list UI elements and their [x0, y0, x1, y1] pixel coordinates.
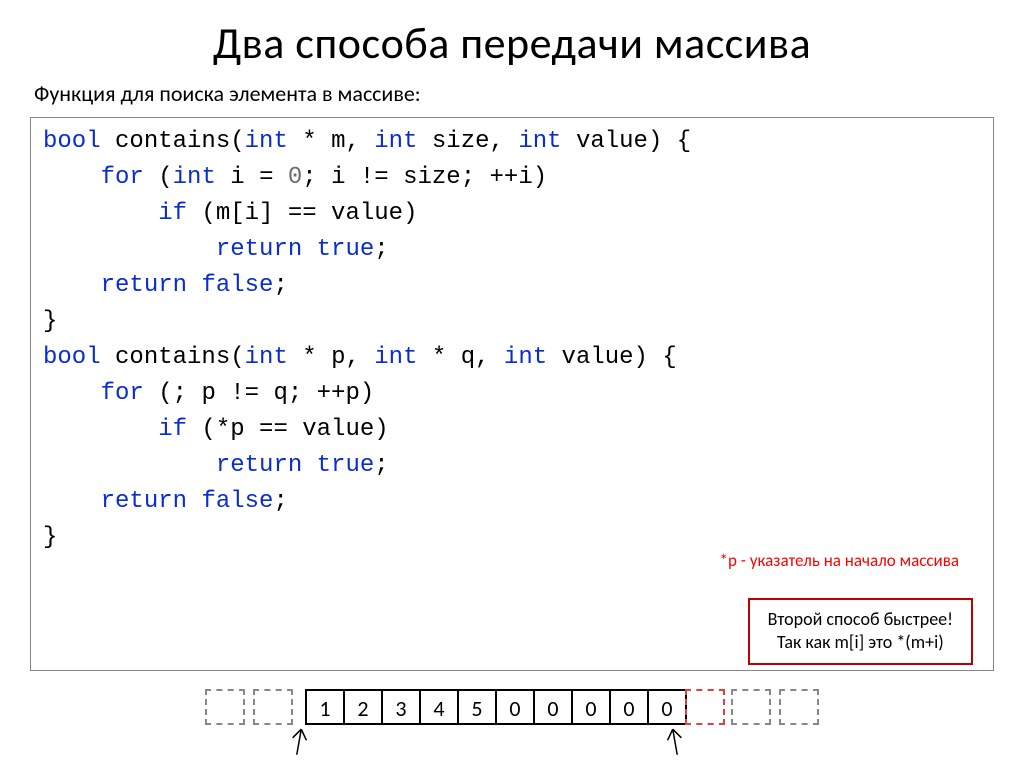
code-token: int [518, 128, 561, 155]
code-token: int [374, 128, 417, 155]
arrow-up-icon [660, 727, 690, 757]
slide-title: Два способа передачи массива [30, 16, 994, 70]
array-cell-ghost [731, 689, 771, 725]
code-token: } [43, 308, 57, 335]
array-cell: 3 [381, 689, 421, 725]
array-cell: 0 [647, 689, 687, 725]
code-token [302, 236, 316, 263]
code-token: ; [374, 452, 388, 479]
code-token: size, [418, 128, 519, 155]
code-token: int [245, 128, 288, 155]
code-token: } [43, 524, 57, 551]
code-token: false [201, 272, 273, 299]
code-token: (*p == value) [187, 416, 389, 443]
array-cell: 5 [457, 689, 497, 725]
code-token: int [504, 344, 547, 371]
code-token: contains( [101, 344, 245, 371]
array-cell: 0 [533, 689, 573, 725]
array-cell: 4 [419, 689, 459, 725]
code-token [302, 452, 316, 479]
speed-note-line2: Так как m[i] это *(m+i) [777, 631, 944, 653]
code-token: int [245, 344, 288, 371]
code-token: i = [216, 164, 288, 191]
array-cell-ghost [779, 689, 819, 725]
array-cell-ghost [253, 689, 293, 725]
array-cell: 0 [495, 689, 535, 725]
code-token: for [101, 380, 144, 407]
array-cell-end-ghost [685, 689, 725, 725]
code-token: value) { [562, 128, 692, 155]
code-token: return [101, 488, 187, 515]
code-token: ( [144, 164, 173, 191]
code-token: bool [43, 344, 101, 371]
array-cell: 2 [343, 689, 383, 725]
code-token: true [317, 236, 375, 263]
code-token: true [317, 452, 375, 479]
code-token: * m, [288, 128, 374, 155]
array-cell: 0 [609, 689, 649, 725]
q-label: q [670, 757, 683, 767]
code-token: ; i != size; ++i) [302, 164, 547, 191]
code-token: for [101, 164, 144, 191]
code-token: (; p != q; ++p) [144, 380, 374, 407]
code-token: 0 [288, 164, 302, 191]
p-label: p [288, 757, 301, 767]
code-token: ; [273, 488, 287, 515]
subtitle: Функция для поиска элемента в массиве: [34, 80, 994, 107]
code-token: return [216, 236, 302, 263]
code-token [187, 488, 201, 515]
pointer-note: *p - указатель на начало массива [720, 548, 959, 574]
code-token: false [201, 488, 273, 515]
code-token: if [158, 200, 187, 227]
array-cells-row: 1 2 3 4 5 0 0 0 0 0 [132, 689, 892, 725]
code-token: * p, [288, 344, 374, 371]
code-token: * q, [418, 344, 504, 371]
code-token: contains( [101, 128, 245, 155]
code-token: int [374, 344, 417, 371]
array-cell: 1 [305, 689, 345, 725]
array-cell-ghost [205, 689, 245, 725]
arrow-up-icon [284, 727, 314, 757]
code-token: return [101, 272, 187, 299]
code-token [187, 272, 201, 299]
speed-note-line1: Второй способ быстрее! [768, 608, 953, 630]
code-token: value) { [547, 344, 677, 371]
code-token: ; [374, 236, 388, 263]
code-token: return [216, 452, 302, 479]
code-token: if [158, 416, 187, 443]
code-token: bool [43, 128, 101, 155]
speed-note-box: Второй способ быстрее! Так как m[i] это … [748, 598, 973, 665]
code-listing: bool contains(int * m, int size, int val… [30, 117, 994, 671]
code-token: ; [273, 272, 287, 299]
code-token: (m[i] == value) [187, 200, 417, 227]
code-token: int [173, 164, 216, 191]
array-diagram: 1 2 3 4 5 0 0 0 0 0 p [132, 689, 892, 767]
array-cell: 0 [571, 689, 611, 725]
